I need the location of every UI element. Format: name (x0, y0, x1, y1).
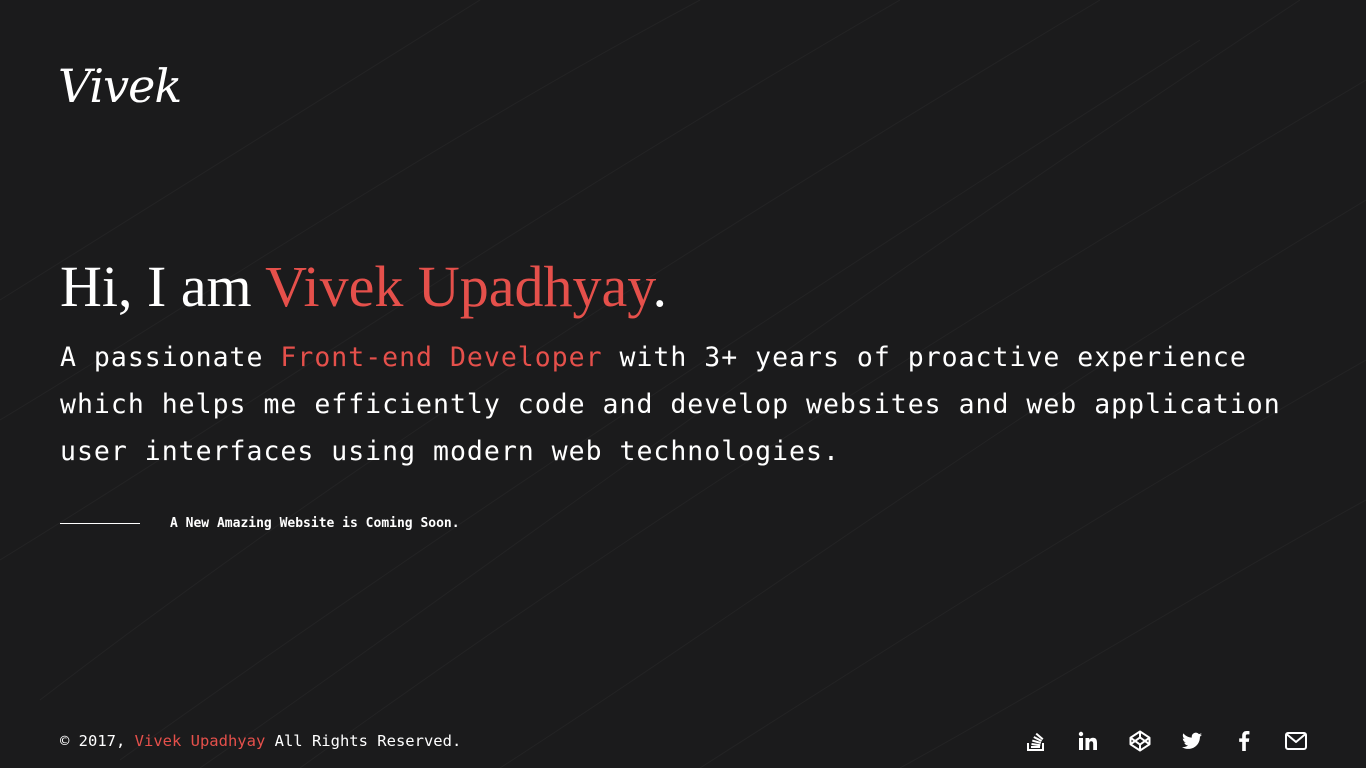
landing-page: Vivek Hi, I am Vivek Upadhyay. A passion… (0, 0, 1366, 768)
hero-period: . (652, 254, 668, 319)
stack-overflow-icon[interactable] (1024, 729, 1048, 753)
codepen-icon[interactable] (1128, 729, 1152, 753)
intro-prefix: A passionate (60, 342, 281, 373)
intro-role: Front-end Developer (280, 342, 603, 373)
mail-icon[interactable] (1284, 729, 1308, 753)
divider-line (60, 522, 140, 524)
linkedin-icon[interactable] (1076, 729, 1100, 753)
site-logo[interactable]: Vivek (58, 56, 182, 116)
hero-name: Vivek Upadhyay (265, 254, 653, 319)
footer-copyright: © 2017, Vivek Upadhyay All Rights Reserv… (60, 731, 461, 751)
coming-soon-notice: A New Amazing Website is Coming Soon. (60, 512, 460, 534)
copyright-name[interactable]: Vivek Upadhyay (135, 732, 266, 750)
social-links (996, 729, 1308, 753)
twitter-icon[interactable] (1180, 729, 1204, 753)
copyright-suffix: All Rights Reserved. (265, 732, 462, 750)
copyright-prefix: © 2017, (60, 732, 135, 750)
coming-soon-text: A New Amazing Website is Coming Soon. (170, 515, 460, 531)
intro-paragraph: A passionate Front-end Developer with 3+… (60, 334, 1320, 475)
hero-headline: Hi, I am Vivek Upadhyay. (60, 252, 667, 322)
facebook-icon[interactable] (1232, 729, 1256, 753)
hero-greeting: Hi, I am (60, 254, 266, 319)
